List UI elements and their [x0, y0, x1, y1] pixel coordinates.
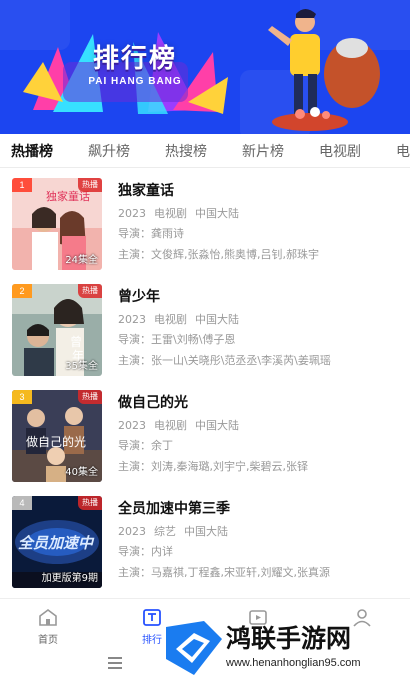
banner-title-block: 排行榜 PAI HANG BANG — [70, 38, 200, 87]
cast-value: 文俊辉,张淼怡,熊奥博,吕钊,郝珠宇 — [151, 248, 319, 261]
watermark-text: 鸿联手游网 — [226, 624, 352, 653]
cast-value: 马嘉祺,丁程鑫,宋亚轩,刘耀文,张真源 — [151, 566, 330, 579]
hot-badge: 热播 — [78, 284, 102, 298]
item-year: 2023 — [118, 207, 146, 220]
item-title[interactable]: 全员加速中第三季 — [118, 498, 403, 520]
item-meta: 2023 综艺 中国大陆 — [118, 523, 403, 541]
poster-image[interactable]: 做自己的光 3 热播 40集全 — [12, 390, 102, 482]
director-label: 导演： — [118, 227, 151, 240]
item-genre: 电视剧 — [154, 207, 187, 220]
list-item[interactable]: 全员加速中 4 热播 加更版第9期 全员加速中第三季 2023 综艺 中国大陆 导演… — [0, 486, 410, 592]
tab-tv-series[interactable]: 电视剧 — [319, 141, 361, 161]
item-title[interactable]: 曾少年 — [118, 286, 403, 308]
list-item[interactable]: 曾 年 2 热播 35集全 曾少年 2023 电视剧 中国大陆 导演：王雷\刘畅\傅… — [0, 274, 410, 380]
rank-badge: 4 — [12, 496, 32, 510]
episode-count: 35集全 — [65, 361, 98, 372]
watermark: 鸿联手游网 www.henanhonglian95.com — [160, 615, 410, 680]
tab-new-release[interactable]: 新片榜 — [242, 141, 284, 161]
nav-ranking-label: 排行 — [142, 635, 162, 646]
director-value: 余丁 — [151, 439, 173, 452]
tab-rising[interactable]: 飙升榜 — [88, 141, 130, 161]
svg-text:全员加速中: 全员加速中 — [18, 534, 95, 552]
list-item[interactable]: 做自己的光 3 热播 40集全 做自己的光 2023 电视剧 中国大陆 导演：余丁 … — [0, 380, 410, 486]
director-value: 内详 — [151, 545, 173, 558]
item-cast: 主演：文俊辉,张淼怡,熊奥博,吕钊,郝珠宇 — [118, 244, 403, 265]
list-item[interactable]: 独家童话 1 热播 24集全 独家童话 2023 电视剧 中国大陆 导演：龚雨诗 主… — [0, 168, 410, 274]
hot-badge: 热播 — [78, 178, 102, 192]
banner-subtitle: PAI HANG BANG — [88, 76, 182, 87]
item-cast: 主演：马嘉祺,丁程鑫,宋亚轩,刘耀文,张真源 — [118, 562, 403, 583]
poster-image[interactable]: 独家童话 1 热播 24集全 — [12, 178, 102, 270]
item-genre: 电视剧 — [154, 419, 187, 432]
banner-title: 排行榜 — [92, 44, 177, 74]
hot-badge: 热播 — [78, 390, 102, 404]
home-icon — [39, 609, 57, 626]
item-region: 中国大陆 — [184, 525, 228, 538]
item-cast: 主演：刘涛,秦海璐,刘宇宁,柴碧云,张铎 — [118, 456, 403, 477]
tab-hot-play[interactable]: 热播榜 — [11, 141, 53, 161]
svg-text:曾: 曾 — [70, 335, 82, 349]
tab-hot-search[interactable]: 热搜榜 — [165, 141, 207, 161]
item-region: 中国大陆 — [195, 313, 239, 326]
item-director: 导演：龚雨诗 — [118, 223, 403, 244]
item-director: 导演：余丁 — [118, 435, 403, 456]
cast-label: 主演： — [118, 566, 151, 579]
item-year: 2023 — [118, 313, 146, 326]
watermark-url: www.henanhonglian95.com — [226, 657, 361, 669]
episode-count: 40集全 — [65, 467, 98, 478]
cast-label: 主演： — [118, 460, 151, 473]
item-meta: 2023 电视剧 中国大陆 — [118, 311, 403, 329]
menu-icon[interactable] — [108, 657, 122, 669]
ranking-list: 独家童话 1 热播 24集全 独家童话 2023 电视剧 中国大陆 导演：龚雨诗 主… — [0, 168, 410, 598]
poster-image[interactable]: 曾 年 2 热播 35集全 — [12, 284, 102, 376]
director-value: 龚雨诗 — [151, 227, 184, 240]
item-meta: 2023 电视剧 中国大陆 — [118, 205, 403, 223]
hot-badge: 热播 — [78, 496, 102, 510]
item-region: 中国大陆 — [195, 207, 239, 220]
item-info: 做自己的光 2023 电视剧 中国大陆 导演：余丁 主演：刘涛,秦海璐,刘宇宁,柴碧… — [118, 392, 403, 477]
item-info: 曾少年 2023 电视剧 中国大陆 导演：王雷\刘畅\傅子恩 主演：张一山\关晓彤\… — [118, 286, 403, 371]
item-director: 导演：内详 — [118, 541, 403, 562]
item-title[interactable]: 独家童话 — [118, 180, 403, 202]
item-year: 2023 — [118, 419, 146, 432]
rank-badge: 3 — [12, 390, 32, 404]
cast-value: 刘涛,秦海璐,刘宇宁,柴碧云,张铎 — [151, 460, 308, 473]
director-value: 王雷\刘畅\傅子恩 — [151, 333, 236, 346]
director-label: 导演： — [118, 545, 151, 558]
watermark-logo-icon — [166, 621, 222, 675]
tab-more[interactable]: 电 — [396, 141, 410, 161]
item-cast: 主演：张一山\关晓彤\范丞丞\李溪芮\姜珮瑶 — [118, 350, 403, 371]
cast-value: 张一山\关晓彤\范丞丞\李溪芮\姜珮瑶 — [151, 354, 331, 367]
ranking-tabs: 热播榜 飙升榜 热搜榜 新片榜 电视剧 电 — [0, 134, 410, 168]
rank-badge: 2 — [12, 284, 32, 298]
cast-label: 主演： — [118, 354, 151, 367]
svg-text:做自己的光: 做自己的光 — [26, 434, 86, 449]
item-director: 导演：王雷\刘畅\傅子恩 — [118, 329, 403, 350]
item-year: 2023 — [118, 525, 146, 538]
item-title[interactable]: 做自己的光 — [118, 392, 403, 414]
cast-label: 主演： — [118, 248, 151, 261]
director-label: 导演： — [118, 333, 151, 346]
item-meta: 2023 电视剧 中国大陆 — [118, 417, 403, 435]
episode-count: 加更版第9期 — [41, 573, 98, 584]
item-info: 全员加速中第三季 2023 综艺 中国大陆 导演：内详 主演：马嘉祺,丁程鑫,宋亚轩… — [118, 498, 403, 583]
item-genre: 电视剧 — [154, 313, 187, 326]
banner-character-illustration — [268, 9, 380, 131]
poster-image[interactable]: 全员加速中 4 热播 加更版第9期 — [12, 496, 102, 588]
item-info: 独家童话 2023 电视剧 中国大陆 导演：龚雨诗 主演：文俊辉,张淼怡,熊奥博,吕… — [118, 180, 403, 265]
item-genre: 综艺 — [154, 525, 176, 538]
item-region: 中国大陆 — [195, 419, 239, 432]
episode-count: 24集全 — [65, 255, 98, 266]
director-label: 导演： — [118, 439, 151, 452]
rank-badge: 1 — [12, 178, 32, 192]
nav-home[interactable]: 首页 — [18, 607, 78, 646]
nav-home-label: 首页 — [38, 635, 58, 646]
ranking-banner: 排行榜 PAI HANG BANG — [0, 0, 410, 134]
